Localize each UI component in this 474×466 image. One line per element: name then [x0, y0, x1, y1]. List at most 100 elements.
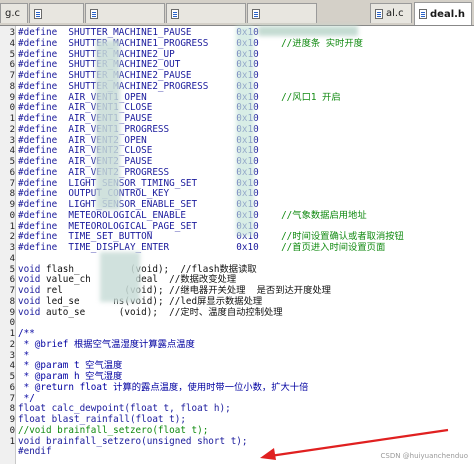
tab-label: deal.h [430, 8, 466, 20]
code-line: void auto_se (void); //定时、温度自动控制处理 [18, 307, 283, 318]
line-number: 0 [9, 425, 15, 436]
tab-file-4[interactable] [166, 3, 246, 23]
watermark: CSDN @huiyuanchenduo [380, 452, 469, 460]
code-token: #define AIR_VENT1_OPEN 0x10 [18, 91, 259, 103]
code-line: #define SHUTTER_MACHINE1_PAUSE 0x10 [18, 27, 259, 38]
code-line: * @param h 空气湿度 [18, 371, 123, 382]
code-token: #define SHUTTER_MACHINE2_PAUSE 0x10 [18, 70, 259, 81]
line-number: 6 [9, 275, 15, 286]
line-number: 3 [9, 135, 15, 146]
code-token: #endif [18, 446, 52, 458]
code-line: /** [18, 328, 35, 339]
code-line: //void brainfall_setzero(float t); [18, 425, 208, 436]
code-token: #define SHUTTER_MACHINE1_PAUSE 0x10 [18, 27, 259, 38]
code-token: flash_ (void); //flash数据读取 [46, 263, 257, 275]
code-token: #define SHUTTER_MACHINE1_PROGRESS 0x10 [18, 37, 259, 49]
code-line: #define AIR_VENT2_OPEN 0x10 [18, 135, 259, 146]
code-token: #define TIME_SET_BUTTON 0x10 [18, 231, 259, 243]
line-number: 5 [9, 157, 15, 167]
line-number: 1 [9, 221, 15, 232]
line-number: 2 [9, 124, 15, 135]
line-number: 5 [9, 372, 15, 382]
line-number: 3 [9, 243, 15, 253]
blur-overlay [96, 40, 120, 210]
line-number: 4 [9, 146, 15, 157]
tab-file-1[interactable]: g.c [0, 3, 28, 23]
code-line: #endif [18, 446, 52, 457]
line-number: 6 [9, 167, 15, 178]
line-number: 3 [9, 28, 15, 38]
tab-file-6[interactable]: al.c [370, 3, 412, 23]
code-comment: * @param h 空气湿度 [18, 371, 123, 382]
tab-file-2[interactable] [29, 3, 84, 23]
tab-file-5[interactable] [247, 3, 317, 23]
code-line: * [18, 350, 30, 361]
code-token: void [18, 263, 46, 275]
line-number-gutter: 345678901234567890123456789012345678901 [0, 26, 16, 464]
code-token: #define SHUTTER_MACHINE2_UP 0x10 [18, 48, 259, 60]
code-line: #define METEOROLOGICAL_PAGE_SET 0x10 [18, 221, 259, 232]
code-editor[interactable]: 345678901234567890123456789012345678901 … [0, 26, 474, 464]
code-line: float blast_rainfall(float t); [18, 414, 186, 425]
code-line: #define SHUTTER_MACHINE2_OUT 0x10 [18, 59, 259, 70]
line-number: 1 [9, 329, 15, 339]
code-token: #define LIGHT_SENSOR_TIMING_SET 0x10 [18, 177, 259, 189]
code-token: float calc_dewpoint(float t, float h); [18, 403, 231, 415]
line-number: 9 [9, 200, 15, 210]
code-token: #define SHUTTER_MACHINE2_PROGRESS 0x10 [18, 80, 259, 92]
code-token: #define AIR_VENT1_PAUSE 0x10 [18, 113, 259, 124]
code-comment: * @brief 根据空气温湿度计算露点温度 [18, 338, 195, 350]
code-line: #define AIR_VENT2_CLOSE 0x10 [18, 145, 259, 156]
line-number: 0 [9, 103, 15, 114]
code-line: #define SHUTTER_MACHINE1_PROGRESS 0x10 /… [18, 38, 363, 49]
code-comment: */ [18, 392, 35, 404]
line-number: 9 [9, 307, 15, 318]
line-number: 9 [9, 92, 15, 103]
code-comment: //首页进入时间设置页面 [258, 242, 386, 253]
line-number: 9 [9, 415, 15, 425]
code-line: void led_se ns(void); //led屏显示数据处理 [18, 296, 262, 307]
code-token: #define SHUTTER_MACHINE2_OUT 0x10 [18, 59, 259, 71]
file-icon [252, 8, 260, 19]
code-line: #define LIGHT_SENSOR_ENABLE_SET 0x10 [18, 199, 259, 210]
file-icon [375, 8, 383, 19]
red-arrow-annotation [260, 428, 449, 460]
code-line: void brainfall_setzero(unsigned short t)… [18, 436, 248, 447]
code-token: #define METEOROLOGICAL_PAGE_SET 0x10 [18, 220, 259, 232]
code-token: void [18, 306, 46, 318]
blur-overlay [100, 252, 140, 302]
code-token: auto_se (void); //定时、温度自动控制处理 [46, 306, 283, 318]
line-number: 6 [9, 60, 15, 71]
line-number: 5 [9, 49, 15, 60]
line-number: 6 [9, 382, 15, 393]
line-number: 5 [9, 264, 15, 275]
code-token: led_se ns(void); //led屏显示数据处理 [46, 295, 263, 307]
code-line: #define OUTPUT_CONTROL_KEY 0x10 [18, 188, 259, 199]
tab-bar: g.c al.c deal.h [0, 0, 474, 26]
code-line: #define TIME_SET_BUTTON 0x10 //时间设置确认或者取… [18, 231, 404, 242]
code-line: #define LIGHT_SENSOR_TIMING_SET 0x10 [18, 178, 259, 189]
line-number: 4 [9, 38, 15, 49]
code-line: float calc_dewpoint(float t, float h); [18, 403, 231, 414]
file-icon [419, 9, 427, 19]
code-line: #define AIR_VENT2_PAUSE 0x10 [18, 156, 259, 167]
blur-overlay [236, 26, 254, 236]
file-icon [90, 8, 98, 19]
line-number: 0 [9, 210, 15, 221]
code-line: #define AIR_VENT1_PROGRESS 0x10 [18, 124, 259, 135]
code-token: #define AIR_VENT2_CLOSE 0x10 [18, 145, 259, 157]
line-number: 4 [9, 253, 15, 264]
code-comment: //时间设置确认或者取消按钮 [258, 231, 404, 243]
code-line: #define AIR_VENT1_OPEN 0x10 //风口1 开启 [18, 92, 341, 103]
code-comment: //void brainfall_setzero(float t); [18, 424, 209, 436]
file-icon [171, 8, 179, 19]
tab-file-3[interactable] [85, 3, 165, 23]
code-token: void [18, 274, 46, 286]
line-number: 7 [9, 286, 15, 296]
blur-overlay [258, 26, 358, 36]
code-comment: * @param t 空气温度 [18, 360, 123, 372]
line-number: 0 [9, 318, 15, 329]
tab-label: g.c [5, 8, 21, 19]
tab-deal-h[interactable]: deal.h [414, 2, 472, 25]
line-number: 7 [9, 178, 15, 189]
